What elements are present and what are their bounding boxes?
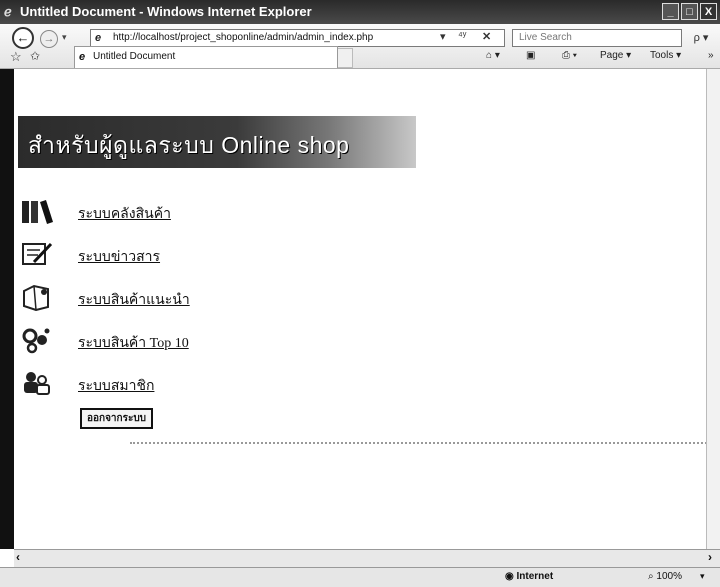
menu-item-news[interactable]: ระบบข่าวสาร: [20, 240, 420, 270]
favorites-star-icon[interactable]: ☆: [10, 49, 22, 65]
stop-icon[interactable]: ✕: [482, 30, 491, 43]
page-menu[interactable]: Page ▾: [600, 50, 631, 61]
zone-label: Internet: [516, 571, 554, 582]
home-button[interactable]: ⌂ ▾: [486, 50, 500, 61]
zoom-dropdown-icon[interactable]: ▾: [700, 571, 705, 582]
title-bar: ℯ Untitled Document - Windows Internet E…: [0, 0, 720, 24]
scroll-right-icon[interactable]: ›: [708, 550, 712, 564]
new-tab-button[interactable]: [338, 48, 353, 68]
search-button[interactable]: ρ ▾: [686, 29, 716, 47]
logout-button[interactable]: ออกจากระบบ: [80, 408, 154, 429]
globe-icon: ◉: [505, 571, 514, 582]
command-bar: ☆ ✩ e Untitled Document ⌂ ▾ ▣ ⎙ ▾ Page ▾…: [0, 46, 720, 68]
recent-pages-dropdown[interactable]: ▾: [62, 32, 67, 43]
browser-window: ℯ Untitled Document - Windows Internet E…: [0, 0, 720, 587]
security-zone: ◉ Internet: [505, 571, 553, 582]
window-title: Untitled Document - Windows Internet Exp…: [20, 4, 312, 19]
search-input[interactable]: Live Search: [512, 29, 682, 47]
banner-title: สำหรับผู้ดูแลระบบ Online shop: [28, 132, 350, 158]
members-icon: [24, 372, 50, 395]
scroll-left-icon[interactable]: ‹: [16, 550, 20, 564]
address-dropdown-icon[interactable]: ▾: [440, 30, 446, 43]
close-button[interactable]: X: [700, 3, 717, 20]
page-icon: e: [95, 32, 102, 44]
zoom-control[interactable]: ⌕ 100%: [648, 571, 682, 582]
navigation-bar: ← → ▾ e http://localhost/project_shoponl…: [0, 24, 720, 69]
page-content: สำหรับผู้ดูแลระบบ Online shop ระบบคลังสิ…: [0, 69, 710, 549]
tab-title: Untitled Document: [93, 51, 176, 62]
divider: [130, 442, 710, 444]
menu-item-top10[interactable]: ระบบสินค้า Top 10: [20, 326, 420, 356]
ie-logo-icon: ℯ: [4, 4, 12, 19]
menu-link-inventory[interactable]: ระบบคลังสินค้า: [78, 203, 171, 225]
address-url: http://localhost/project_shoponline/admi…: [113, 32, 374, 43]
toolbar-overflow[interactable]: »: [708, 50, 714, 61]
recommended-products-icon: [23, 284, 49, 311]
horizontal-scrollbar[interactable]: ‹ ›: [14, 549, 720, 567]
admin-banner: สำหรับผู้ดูแลระบบ Online shop: [18, 116, 416, 168]
print-button[interactable]: ⎙ ▾: [562, 50, 577, 61]
menu-item-inventory[interactable]: ระบบคลังสินค้า: [20, 197, 420, 227]
zoom-icon: ⌕: [648, 571, 654, 582]
menu-item-members[interactable]: ระบบสมาชิก: [20, 369, 420, 399]
tab-untitled-document[interactable]: e Untitled Document: [74, 46, 338, 68]
tab-page-icon: e: [79, 51, 86, 63]
menu-link-members[interactable]: ระบบสมาชิก: [78, 375, 154, 397]
refresh-icon[interactable]: ⁴ʸ: [458, 30, 466, 42]
tools-menu[interactable]: Tools ▾: [650, 50, 681, 61]
zoom-level: 100%: [656, 571, 682, 582]
minimize-button[interactable]: _: [662, 3, 679, 20]
vertical-scrollbar[interactable]: [706, 69, 720, 549]
menu-item-recommended[interactable]: ระบบสินค้าแนะนำ: [20, 283, 420, 313]
menu-link-news[interactable]: ระบบข่าวสาร: [78, 246, 160, 268]
status-bar: ◉ Internet ⌕ 100% ▾: [0, 567, 720, 587]
top10-products-icon: [22, 328, 50, 354]
add-favorites-icon[interactable]: ✩: [30, 49, 40, 63]
menu-link-top10[interactable]: ระบบสินค้า Top 10: [78, 332, 189, 354]
maximize-button[interactable]: □: [681, 3, 698, 20]
feeds-button[interactable]: ▣: [526, 50, 535, 61]
news-icon: [22, 242, 53, 265]
books-icon: [22, 200, 53, 224]
menu-link-recommended[interactable]: ระบบสินค้าแนะนำ: [78, 289, 190, 311]
